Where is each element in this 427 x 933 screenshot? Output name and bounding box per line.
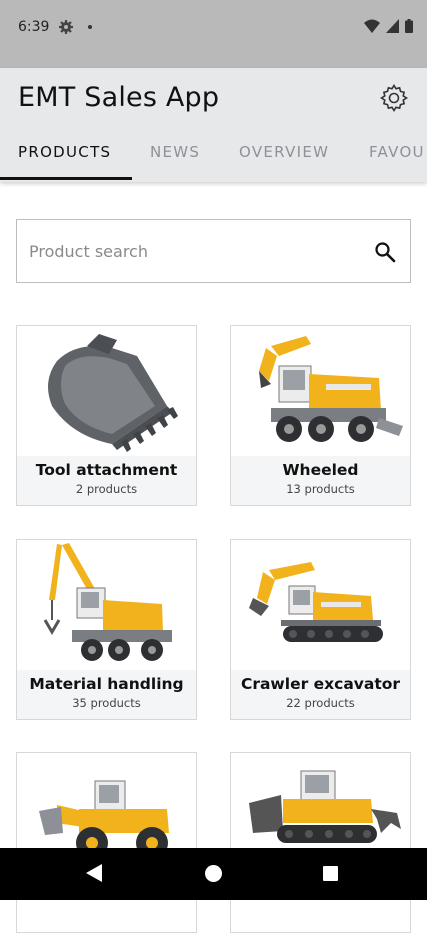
- bucket-attachment-image: [48, 334, 178, 452]
- settings-notification-icon: [59, 20, 73, 34]
- settings-gear-icon[interactable]: [379, 83, 409, 113]
- status-time: 6:39: [18, 19, 50, 35]
- material-handler-image: [43, 543, 172, 661]
- app-bar: EMT Sales App PRODUCTS NEWS OVERVIEW FAV…: [0, 68, 427, 182]
- status-icons: [364, 19, 413, 33]
- active-tab-indicator: [0, 177, 132, 180]
- wifi-icon: [364, 19, 380, 33]
- notification-dot-icon: [88, 25, 92, 29]
- category-count: 35 products: [72, 696, 141, 710]
- category-card-tool-attachment[interactable]: Tool attachment 2 products: [16, 325, 197, 506]
- search-icon[interactable]: [374, 241, 396, 263]
- category-card-crawler-dozer[interactable]: [230, 752, 411, 933]
- tab-news[interactable]: NEWS: [150, 136, 200, 182]
- product-search-box[interactable]: [16, 219, 411, 283]
- category-name: Material handling: [29, 675, 184, 693]
- crawler-excavator-image: [249, 562, 383, 642]
- system-navigation-bar: [0, 848, 427, 900]
- card-footer: Material handling 35 products: [17, 670, 196, 719]
- battery-icon: [405, 19, 413, 33]
- category-card-wheeled[interactable]: Wheeled 13 products: [230, 325, 411, 506]
- search-input[interactable]: [29, 220, 359, 282]
- card-footer: Tool attachment 2 products: [17, 456, 196, 505]
- card-footer: Crawler excavator 22 products: [231, 670, 410, 719]
- category-count: 13 products: [286, 482, 355, 496]
- wheeled-excavator-image: [259, 336, 403, 442]
- tab-products[interactable]: PRODUCTS: [18, 136, 111, 182]
- category-card-wheel-loader[interactable]: [16, 752, 197, 933]
- app-title: EMT Sales App: [18, 82, 220, 113]
- category-count: 22 products: [286, 696, 355, 710]
- recent-apps-icon[interactable]: [323, 866, 338, 881]
- category-card-crawler-excavator[interactable]: Crawler excavator 22 products: [230, 539, 411, 720]
- card-footer: Wheeled 13 products: [231, 456, 410, 505]
- tab-overview[interactable]: OVERVIEW: [239, 136, 329, 182]
- signal-icon: [386, 19, 399, 33]
- status-bar: 6:39: [0, 0, 427, 68]
- category-name: Tool attachment: [35, 461, 178, 479]
- category-name: Wheeled: [282, 461, 359, 479]
- category-card-material-handling[interactable]: Material handling 35 products: [16, 539, 197, 720]
- back-icon[interactable]: [86, 864, 102, 882]
- home-icon[interactable]: [205, 865, 222, 882]
- category-name: Crawler excavator: [240, 675, 401, 693]
- category-count: 2 products: [75, 482, 138, 496]
- tab-favourites[interactable]: FAVOU: [369, 136, 425, 182]
- tab-bar: PRODUCTS NEWS OVERVIEW FAVOU: [0, 136, 427, 182]
